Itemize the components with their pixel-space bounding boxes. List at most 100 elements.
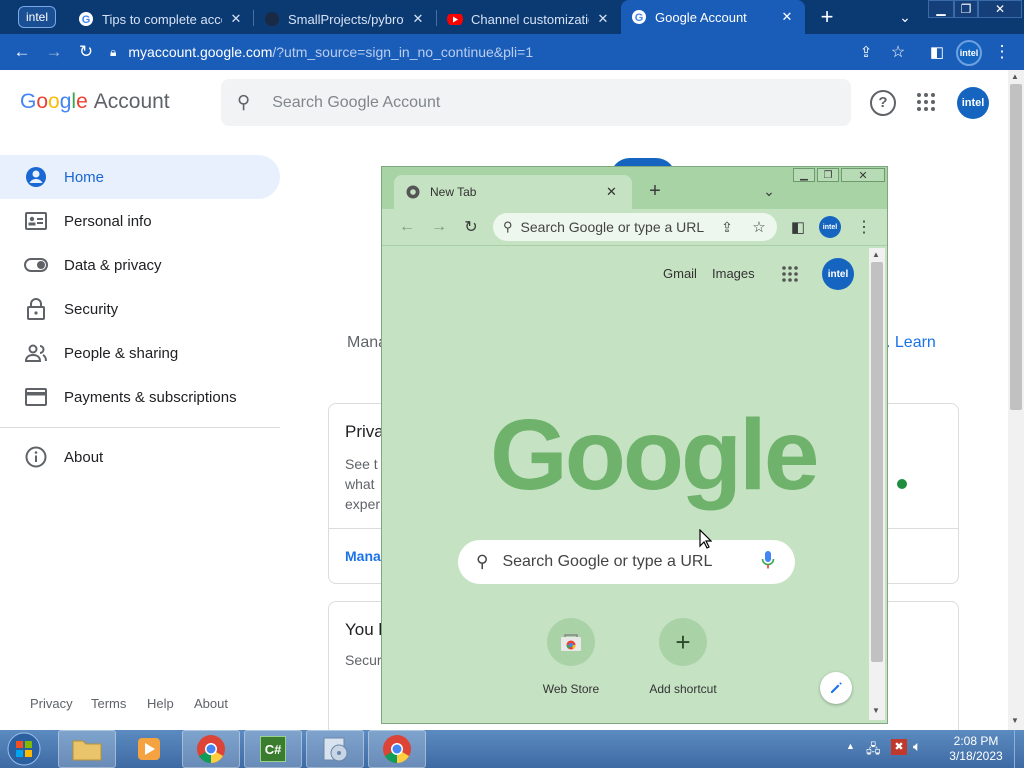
- menu-kebab-icon[interactable]: ⋮: [988, 34, 1016, 70]
- close-tab-icon[interactable]: ✕: [228, 11, 244, 27]
- tab-channel-customization[interactable]: Channel customization ✕: [437, 4, 621, 34]
- popup-reload-icon[interactable]: ↻: [460, 216, 482, 238]
- privacy-card-manage-link[interactable]: Mana: [345, 548, 381, 564]
- customize-pencil-icon[interactable]: [820, 672, 852, 704]
- tray-expand-icon[interactable]: ▲: [846, 741, 855, 751]
- popup-share-icon[interactable]: ⇪: [716, 216, 738, 238]
- shortcut-add[interactable]: + Add shortcut: [638, 618, 728, 696]
- logo-account-text: Account: [93, 90, 170, 113]
- forward-icon[interactable]: →: [40, 34, 68, 70]
- reload-icon[interactable]: ↻: [72, 34, 100, 70]
- restore-button[interactable]: ❐: [954, 0, 978, 18]
- google-account-logo[interactable]: Google Account: [20, 90, 170, 114]
- taskbar-file-explorer[interactable]: [58, 730, 116, 768]
- popup-search-box[interactable]: ⚲ Search Google or type a URL: [458, 540, 795, 584]
- media-player-icon: [138, 738, 160, 760]
- back-icon[interactable]: ←: [8, 34, 36, 70]
- nav-personal-info[interactable]: Personal info: [0, 199, 280, 243]
- account-circle-icon: [24, 165, 48, 189]
- popup-minimize-button[interactable]: ▁: [793, 168, 815, 182]
- close-window-button[interactable]: ✕: [978, 0, 1022, 18]
- search-placeholder: Search Google or type a URL: [502, 553, 713, 570]
- gmail-link[interactable]: Gmail: [663, 266, 697, 281]
- tab-title: Google Account: [655, 9, 747, 25]
- footer-privacy-link[interactable]: Privacy: [30, 696, 73, 711]
- popup-side-panel-icon[interactable]: ◧: [787, 216, 809, 238]
- taskbar-clock[interactable]: 2:08 PM 3/18/2023: [942, 734, 1010, 764]
- mouse-cursor-icon: [699, 529, 712, 549]
- tab-tips[interactable]: G Tips to complete account ✕: [68, 4, 254, 34]
- microphone-icon[interactable]: [761, 550, 775, 575]
- popup-scroll-up-icon[interactable]: ▲: [872, 250, 880, 259]
- popup-bookmark-star-icon[interactable]: ☆: [748, 216, 770, 238]
- scroll-down-arrow-icon[interactable]: ▼: [1011, 716, 1019, 725]
- show-desktop-button[interactable]: [1014, 730, 1024, 768]
- taskbar-media-player[interactable]: [120, 730, 178, 768]
- network-icon[interactable]: 🖧︎: [866, 740, 881, 762]
- footer-help-link[interactable]: Help: [147, 696, 174, 711]
- start-button[interactable]: [4, 731, 44, 767]
- share-icon[interactable]: ⇪: [852, 34, 880, 70]
- popup-tab-search-icon[interactable]: ⌄: [758, 180, 780, 202]
- popup-apps-grid-icon[interactable]: [780, 264, 800, 284]
- account-search-box[interactable]: ⚲ Search Google Account: [221, 79, 851, 126]
- tab-search-chevron-icon[interactable]: ⌄: [894, 6, 916, 28]
- side-panel-icon[interactable]: ◧: [923, 34, 951, 70]
- taskbar-csharp[interactable]: C#: [244, 730, 302, 768]
- action-center-flag-icon[interactable]: ✖: [891, 739, 907, 755]
- minimize-button[interactable]: ▁: [928, 0, 954, 18]
- popup-tab-new-tab[interactable]: New Tab ✕: [394, 175, 632, 209]
- nav-label: Personal info: [64, 212, 152, 230]
- address-bar[interactable]: 🔒︎ myaccount.google.com/?utm_source=sign…: [110, 38, 910, 66]
- url-domain: myaccount.google.com: [128, 44, 273, 60]
- profile-button[interactable]: intel: [18, 6, 56, 28]
- taskbar-setup[interactable]: [306, 730, 364, 768]
- tab-google-account[interactable]: G Google Account ✕: [621, 0, 805, 34]
- close-tab-icon[interactable]: ✕: [779, 9, 795, 25]
- svg-text:G: G: [635, 12, 644, 24]
- volume-icon[interactable]: 🔈︎: [913, 738, 921, 755]
- popup-back-icon[interactable]: ←: [396, 216, 418, 238]
- shortcut-web-store[interactable]: Web Store: [526, 618, 616, 696]
- scroll-up-arrow-icon[interactable]: ▲: [1011, 72, 1019, 81]
- popup-forward-icon[interactable]: →: [428, 216, 450, 238]
- nav-about[interactable]: About: [0, 435, 280, 479]
- github-favicon-icon: [265, 12, 279, 26]
- footer-terms-link[interactable]: Terms: [91, 696, 126, 711]
- learn-more-link[interactable]: . Learn: [886, 334, 936, 352]
- apps-grid-icon[interactable]: [914, 90, 938, 114]
- nav-payments-subscriptions[interactable]: Payments & subscriptions: [0, 375, 280, 419]
- nav-security[interactable]: Security: [0, 287, 280, 331]
- nav-people-sharing[interactable]: People & sharing: [0, 331, 280, 375]
- popup-menu-kebab-icon[interactable]: ⋮: [853, 216, 875, 238]
- nav-data-privacy[interactable]: Data & privacy: [0, 243, 280, 287]
- taskbar-chrome-1[interactable]: [182, 730, 240, 768]
- bookmark-star-icon[interactable]: ☆: [884, 34, 912, 70]
- images-link[interactable]: Images: [712, 266, 755, 281]
- taskbar-chrome-2[interactable]: [368, 730, 426, 768]
- popup-account-avatar[interactable]: intel: [822, 258, 854, 290]
- close-tab-icon[interactable]: ✕: [410, 11, 426, 27]
- footer-about-link[interactable]: About: [194, 696, 228, 711]
- popup-profile-avatar[interactable]: intel: [819, 216, 841, 238]
- popup-scroll-down-icon[interactable]: ▼: [872, 706, 880, 715]
- tab-smallprojects[interactable]: SmallProjects/pybrowser ✕: [254, 4, 436, 34]
- profile-avatar[interactable]: intel: [956, 40, 982, 66]
- lock-icon: [24, 297, 48, 321]
- page-scrollbar-thumb[interactable]: [1010, 84, 1022, 410]
- nav-divider: [0, 427, 280, 428]
- nav-home[interactable]: Home: [0, 155, 280, 199]
- csharp-icon: C#: [260, 736, 286, 762]
- new-tab-button[interactable]: +: [815, 4, 839, 30]
- web-store-icon: [547, 618, 595, 666]
- account-avatar[interactable]: intel: [957, 87, 989, 119]
- popup-new-tab-button[interactable]: +: [644, 180, 666, 202]
- popup-scrollbar-thumb[interactable]: [871, 262, 883, 662]
- search-placeholder: Search Google Account: [272, 93, 441, 111]
- clock-date: 3/18/2023: [949, 749, 1003, 763]
- close-tab-icon[interactable]: ✕: [595, 11, 611, 27]
- help-icon[interactable]: ?: [870, 90, 896, 116]
- popup-restore-button[interactable]: ❐: [817, 168, 839, 182]
- popup-close-button[interactable]: ✕: [841, 168, 885, 182]
- close-tab-icon[interactable]: ✕: [606, 184, 632, 200]
